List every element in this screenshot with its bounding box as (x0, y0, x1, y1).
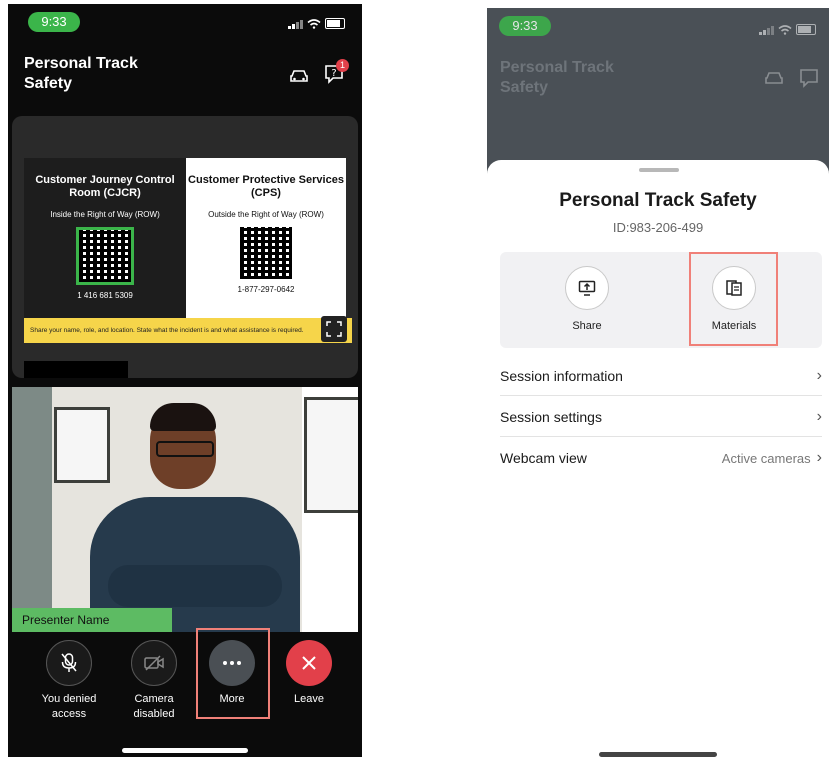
battery-icon (325, 18, 345, 29)
share-button[interactable]: Share (547, 266, 627, 332)
chevron-right-icon: › (816, 449, 822, 466)
session-id: ID:983-206-499 (612, 220, 704, 235)
slide-right-subtitle: Outside the Right of Way (ROW) (208, 210, 324, 219)
menu-item-webcam-view[interactable]: Webcam view Active cameras › (500, 438, 822, 478)
wifi-icon (307, 18, 321, 29)
redaction-bar (24, 361, 128, 378)
menu-item-label: Session information (500, 367, 623, 384)
more-options-screen: 9:33 Personal Track Safety Personal Trac… (487, 8, 829, 760)
close-icon (302, 656, 316, 670)
slide-right-heading: Customer Protective Services (CPS) (188, 174, 344, 199)
menu-item-label: Webcam view (500, 450, 587, 466)
car-icon[interactable] (289, 68, 309, 84)
mic-label: You denied access (41, 693, 97, 720)
video-window (54, 407, 110, 483)
fullscreen-button[interactable] (321, 316, 347, 342)
slide-content: Customer Journey Control Room (CJCR) Ins… (24, 158, 352, 343)
expand-icon (326, 321, 342, 337)
svg-text:?: ? (331, 68, 336, 79)
home-indicator (122, 748, 248, 753)
signal-icon (759, 25, 774, 35)
presenter-arms (108, 565, 282, 607)
options-sheet: Personal Track Safety ID:983-206-499 Sha… (487, 160, 829, 760)
screen-share-icon (578, 280, 596, 296)
status-icons (288, 18, 345, 29)
dimmed-background: 9:33 Personal Track Safety (487, 8, 829, 178)
battery-icon (796, 24, 816, 35)
share-circle[interactable] (565, 266, 609, 310)
presenter-hair (150, 403, 216, 431)
menu-item-session-settings[interactable]: Session settings › (500, 397, 822, 437)
leave-toggle[interactable] (286, 640, 332, 686)
camera-toggle[interactable] (131, 640, 177, 686)
camera-button[interactable]: Camera disabled (119, 634, 189, 722)
slide-banner: Share your name, role, and location. Sta… (24, 318, 352, 343)
wifi-icon (778, 24, 792, 35)
slide-right-phone: 1-877-297-0642 (237, 285, 295, 294)
menu-item-session-information[interactable]: Session information › (500, 356, 822, 396)
shared-slide: Customer Journey Control Room (CJCR) Ins… (12, 116, 358, 378)
status-time: 9:33 (28, 12, 80, 32)
car-icon (765, 72, 783, 84)
webcam-value-text: Active cameras (721, 450, 811, 466)
share-label: Share (572, 320, 602, 332)
leave-button[interactable]: Leave (274, 634, 344, 707)
signal-icon (288, 19, 303, 29)
mic-toggle[interactable] (46, 640, 92, 686)
notification-badge: 1 (336, 59, 349, 72)
mic-off-icon (61, 653, 77, 672)
qr-code-icon (240, 227, 292, 279)
video-window (304, 397, 358, 513)
camera-off-icon (144, 655, 164, 671)
slide-left-panel: Customer Journey Control Room (CJCR) Ins… (24, 158, 186, 318)
help-chat-icon (800, 69, 818, 88)
slide-left-heading: Customer Journey Control Room (CJCR) (35, 174, 175, 199)
page-title: Personal Track Safety (500, 59, 614, 96)
more-highlight-box (196, 628, 270, 719)
camera-label: Camera disabled (133, 693, 175, 720)
help-button[interactable]: ? 1 (324, 59, 349, 84)
materials-highlight-box (689, 252, 778, 346)
slide-left-subtitle: Inside the Right of Way (ROW) (50, 210, 160, 219)
presenter-video (12, 387, 358, 632)
status-icons (759, 24, 816, 35)
chevron-right-icon: › (816, 407, 822, 425)
meeting-screen: 9:33 Personal Track Safety ? 1 Customer … (8, 4, 362, 757)
home-indicator (599, 752, 717, 757)
presenter-name-label: Presenter Name (12, 608, 172, 632)
mic-button[interactable]: You denied access (34, 634, 104, 722)
webcam-value: Active cameras › (722, 449, 822, 467)
menu-item-label: Session settings (500, 408, 602, 425)
status-time: 9:33 (499, 16, 551, 36)
slide-left-phone: 1 416 681 5309 (77, 291, 133, 300)
chevron-right-icon: › (816, 366, 822, 384)
leave-label: Leave (294, 693, 324, 705)
sheet-handle[interactable] (639, 168, 679, 172)
slide-right-panel: Customer Protective Services (CPS) Outsi… (186, 158, 346, 318)
page-title: Personal Track Safety (24, 55, 138, 92)
qr-code-icon (76, 227, 134, 285)
sheet-title: Personal Track Safety (559, 190, 757, 211)
presenter-glasses (156, 441, 214, 457)
